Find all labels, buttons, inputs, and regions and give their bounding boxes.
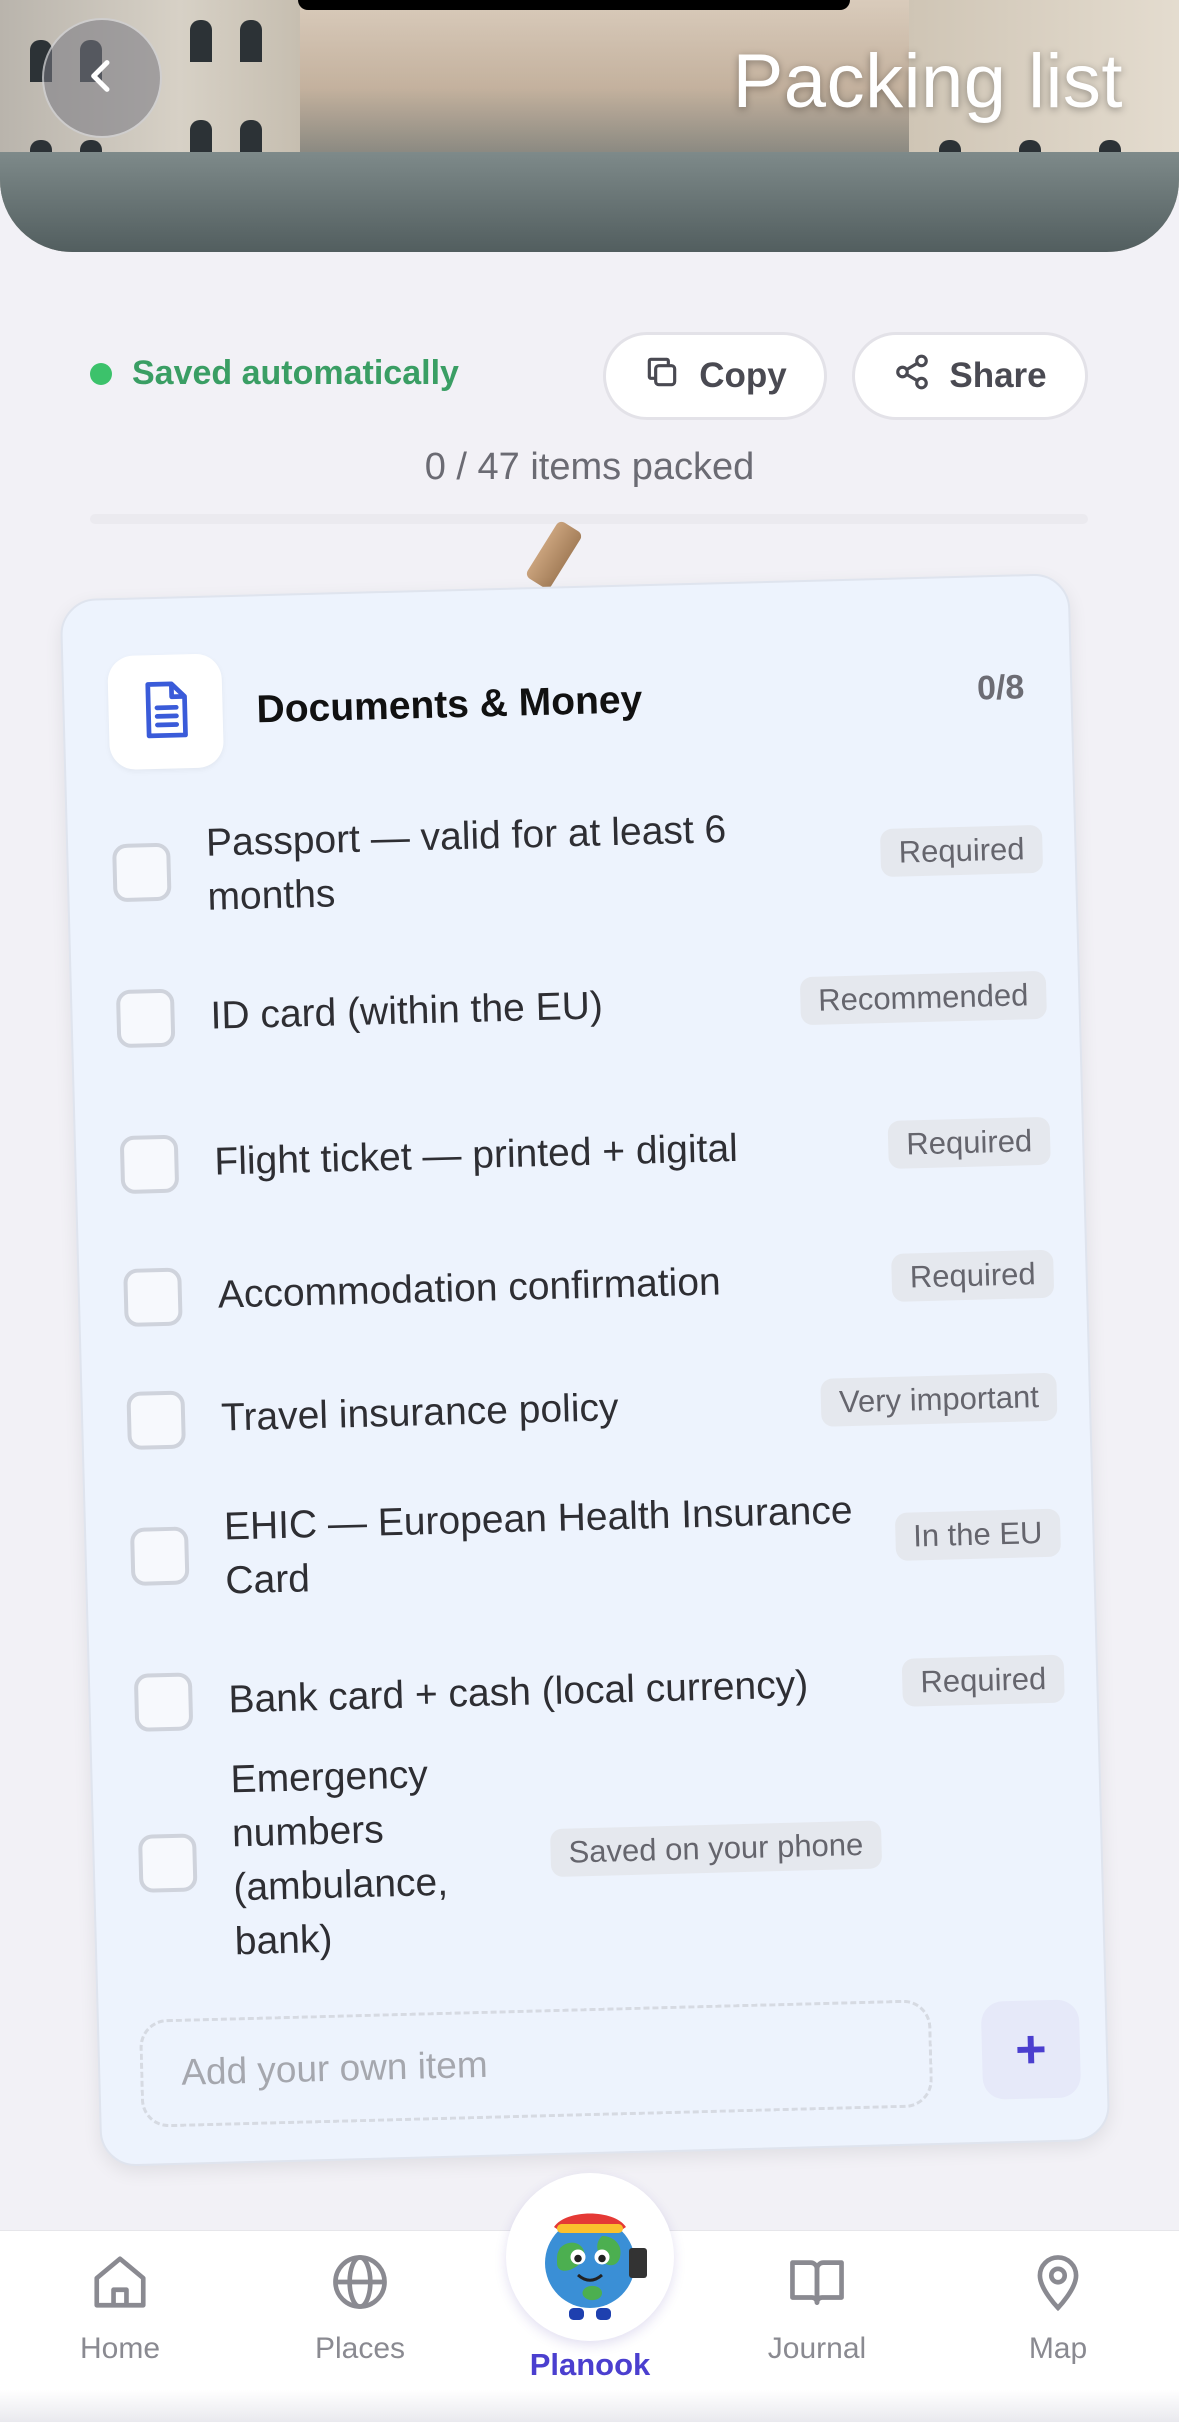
tab-bar: Home Places Planook Journal Map <box>0 2173 1179 2422</box>
globe-icon <box>329 2251 391 2318</box>
progress-text: 0 / 47 items packed <box>424 446 755 488</box>
item-checkbox[interactable] <box>133 1672 194 1732</box>
tab-journal[interactable]: Journal <box>727 2251 907 2366</box>
map-pin-icon <box>1027 2251 1089 2318</box>
tab-places-label: Places <box>314 2332 406 2365</box>
device-notch <box>298 0 850 10</box>
item-tag-badge: In the EU <box>894 1508 1062 1561</box>
copy-button[interactable]: Copy <box>603 332 827 420</box>
progress-bar <box>90 514 1088 524</box>
item-label: Bank card + cash (local currency) <box>227 1663 809 1722</box>
add-item-row: + <box>138 1995 1082 2130</box>
category-count: 0/8 <box>976 668 1025 708</box>
copy-icon <box>643 353 699 400</box>
item-label: Passport — valid for at least 6 months <box>205 808 727 919</box>
planook-mascot-icon <box>506 2173 674 2341</box>
item-tag-badge: Required <box>887 1116 1051 1169</box>
list-item[interactable]: Flight ticket — printed + digital Require… <box>119 1068 1053 1238</box>
item-label: Flight ticket — printed + digital <box>213 1126 739 1184</box>
item-checkbox[interactable] <box>129 1526 190 1586</box>
item-tag-badge: Required <box>880 824 1044 878</box>
tab-home-label: Home <box>79 2332 161 2365</box>
list-item[interactable]: Passport — valid for at least 6 months Re… <box>111 776 1045 946</box>
item-tag-badge: Required <box>901 1654 1065 1707</box>
book-icon <box>786 2251 848 2318</box>
page-title: Packing list <box>732 39 1123 124</box>
item-checkbox[interactable] <box>138 1833 198 1893</box>
share-icon <box>893 353 949 400</box>
saved-status-text: Saved automatically <box>132 354 459 392</box>
home-indicator <box>0 2390 1179 2422</box>
item-label: ID card (within the EU) <box>210 984 604 1038</box>
tab-home[interactable]: Home <box>30 2251 210 2366</box>
item-checkbox[interactable] <box>123 1267 183 1328</box>
item-label: Accommodation confirmation <box>217 1260 722 1317</box>
list-item[interactable]: Travel insurance policy Very important <box>126 1334 1059 1484</box>
tab-map[interactable]: Map <box>968 2251 1148 2366</box>
share-button[interactable]: Share <box>852 332 1088 420</box>
copy-label: Copy <box>699 356 787 395</box>
item-label: EHIC — European Health Insurance Card <box>223 1489 854 1603</box>
item-checkbox[interactable] <box>119 1134 180 1195</box>
add-item-button[interactable]: + <box>980 1999 1082 2100</box>
item-list: Passport — valid for at least 6 months Re… <box>111 776 1071 1963</box>
category-title: Documents & Money <box>256 678 643 732</box>
add-item-input[interactable] <box>138 1999 934 2128</box>
back-button[interactable] <box>42 18 162 138</box>
item-tag-badge: Saved on your phone <box>550 1820 882 1878</box>
item-checkbox[interactable] <box>115 988 176 1049</box>
list-item[interactable]: Emergency numbers (ambulance, bank) Saved… <box>136 1752 1070 1963</box>
canal-water <box>0 152 1179 252</box>
home-icon <box>89 2251 151 2318</box>
item-tag-badge: Required <box>891 1249 1055 1302</box>
item-label: Emergency numbers (ambulance, bank) <box>230 1753 449 1964</box>
item-tag-badge: Recommended <box>799 970 1047 1026</box>
item-label: Travel insurance policy <box>220 1386 619 1440</box>
item-checkbox[interactable] <box>112 842 172 903</box>
chevron-left-icon <box>82 56 122 101</box>
tab-map-label: Map <box>1028 2332 1088 2365</box>
share-label: Share <box>949 356 1047 395</box>
tab-planook-label: Planook <box>529 2347 651 2382</box>
status-dot-icon <box>90 362 112 385</box>
tab-places[interactable]: Places <box>270 2251 450 2366</box>
document-icon <box>139 679 193 745</box>
paper-clip-icon <box>524 519 584 591</box>
category-icon-box <box>107 653 225 771</box>
list-item[interactable]: EHIC — European Health Insurance Card In … <box>129 1460 1063 1630</box>
item-checkbox[interactable] <box>126 1390 186 1450</box>
category-card: Documents & Money 0/8 Passport — valid f… <box>59 573 1111 2167</box>
list-item[interactable]: ID card (within the EU) Recommended <box>115 922 1049 1092</box>
list-item[interactable]: Bank card + cash (local currency) Require… <box>133 1606 1067 1776</box>
tab-planook[interactable]: Planook <box>500 2173 680 2383</box>
saved-status: Saved automatically <box>90 354 459 393</box>
item-tag-badge: Very important <box>820 1372 1058 1427</box>
tab-journal-label: Journal <box>767 2332 867 2365</box>
